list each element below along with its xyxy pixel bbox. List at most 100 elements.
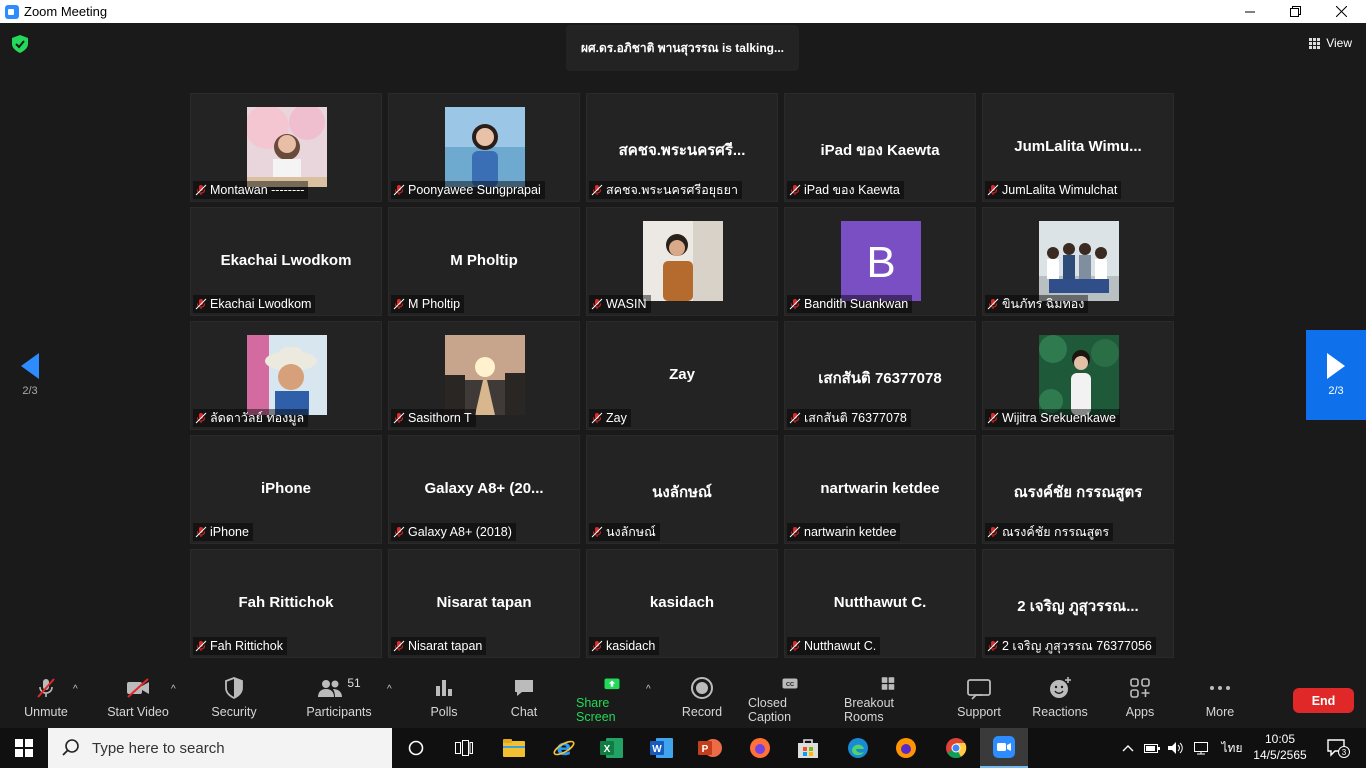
participant-tile[interactable]: สคชจ.พระนครศรี... สคชจ.พระนครศรีอยุธยา bbox=[586, 93, 778, 202]
minimize-button[interactable] bbox=[1227, 0, 1273, 23]
start-video-button[interactable]: Start Video bbox=[107, 676, 169, 724]
end-meeting-button[interactable]: End bbox=[1293, 688, 1354, 713]
muted-microphone-icon bbox=[195, 184, 207, 196]
task-view-button[interactable] bbox=[440, 728, 488, 768]
firefox-icon bbox=[896, 738, 916, 758]
participant-tile[interactable]: ณรงค์ชัย กรรณสูตร ณรงค์ชัย กรรณสูตร bbox=[982, 435, 1174, 544]
participant-tile[interactable]: M Pholtip M Pholtip bbox=[388, 207, 580, 316]
participant-tile[interactable]: Montawan -------- bbox=[190, 93, 382, 202]
participant-tile[interactable]: นงลักษณ์ นงลักษณ์ bbox=[586, 435, 778, 544]
start-button[interactable] bbox=[0, 728, 48, 768]
apps-button[interactable]: Apps bbox=[1122, 676, 1158, 724]
participant-video-thumbnail bbox=[1039, 221, 1119, 301]
firefox-button[interactable] bbox=[736, 728, 784, 768]
input-language-indicator[interactable]: ไทย bbox=[1218, 728, 1246, 768]
muted-microphone-icon bbox=[195, 298, 207, 310]
participant-video-thumbnail bbox=[445, 335, 525, 415]
cortana-circle-icon bbox=[408, 740, 424, 756]
reactions-icon bbox=[1050, 677, 1071, 698]
excel-button[interactable]: X bbox=[588, 728, 636, 768]
microsoft-store-button[interactable] bbox=[784, 728, 832, 768]
action-center-button[interactable]: 3 bbox=[1320, 728, 1356, 768]
volume-button[interactable] bbox=[1166, 728, 1186, 768]
battery-button[interactable] bbox=[1142, 728, 1162, 768]
unmute-button[interactable]: Unmute bbox=[22, 676, 70, 724]
muted-microphone-icon bbox=[987, 526, 999, 538]
participants-count: 51 bbox=[347, 676, 361, 690]
participant-display-name: M Pholtip bbox=[450, 252, 518, 269]
zoom-taskbar-button[interactable] bbox=[980, 728, 1028, 768]
taskbar-clock[interactable]: 10:05 14/5/2565 bbox=[1250, 731, 1310, 763]
video-options-caret-icon[interactable]: ^ bbox=[171, 684, 176, 695]
svg-text:B: B bbox=[866, 238, 895, 287]
restore-button[interactable] bbox=[1272, 0, 1318, 23]
polls-button[interactable]: Polls bbox=[424, 676, 464, 724]
muted-microphone-icon bbox=[987, 412, 999, 424]
word-button[interactable]: W bbox=[638, 728, 686, 768]
internet-explorer-button[interactable]: e bbox=[540, 728, 588, 768]
participant-tile[interactable]: Nutthawut C. Nutthawut C. bbox=[784, 549, 976, 658]
muted-microphone-icon bbox=[789, 640, 801, 652]
security-button[interactable]: Security bbox=[208, 676, 260, 724]
view-button[interactable]: View bbox=[1303, 32, 1358, 54]
chrome-button[interactable] bbox=[932, 728, 980, 768]
close-button[interactable] bbox=[1318, 0, 1364, 23]
share-screen-button[interactable]: Share Screen bbox=[576, 676, 648, 724]
edge-button[interactable] bbox=[834, 728, 882, 768]
participant-tile[interactable]: Poonyawee Sungprapai bbox=[388, 93, 580, 202]
previous-page-button[interactable]: 2/3 bbox=[0, 330, 60, 420]
support-button[interactable]: Support bbox=[955, 676, 1003, 724]
support-icon bbox=[967, 679, 991, 700]
participants-button[interactable]: 51 Participants bbox=[305, 676, 373, 724]
firefox-2-button[interactable] bbox=[882, 728, 930, 768]
participant-display-name: 2 เจริญ ภูสุวรรณ... bbox=[1017, 598, 1139, 615]
chat-button[interactable]: Chat bbox=[504, 676, 544, 724]
participant-tile[interactable]: JumLalita Wimu... JumLalita Wimulchat bbox=[982, 93, 1174, 202]
encryption-shield-icon[interactable] bbox=[12, 35, 28, 53]
closed-caption-button[interactable]: CC Closed Caption bbox=[748, 676, 832, 724]
more-button[interactable]: More bbox=[1200, 676, 1240, 724]
participant-name: Montawan -------- bbox=[210, 183, 305, 197]
participant-name: Zay bbox=[606, 411, 627, 425]
participant-tile[interactable]: 2 เจริญ ภูสุวรรณ... 2 เจริญ ภูสุวรรณ 7637… bbox=[982, 549, 1174, 658]
reactions-button[interactable]: Reactions bbox=[1032, 676, 1088, 724]
participant-tile[interactable]: เสกสันติ 76377078 เสกสันติ 76377078 bbox=[784, 321, 976, 430]
audio-options-caret-icon[interactable]: ^ bbox=[73, 684, 78, 695]
participant-name: iPhone bbox=[210, 525, 249, 539]
support-label: Support bbox=[957, 705, 1001, 719]
tray-overflow-button[interactable] bbox=[1120, 728, 1136, 768]
participant-tile[interactable]: WASIN bbox=[586, 207, 778, 316]
participant-tile[interactable]: ลัดดาวัลย์ ทองมูล bbox=[190, 321, 382, 430]
participant-tile[interactable]: ขินภัทร ฉิมทอง bbox=[982, 207, 1174, 316]
powerpoint-button[interactable]: P bbox=[686, 728, 734, 768]
participant-tile[interactable]: Nisarat tapan Nisarat tapan bbox=[388, 549, 580, 658]
share-options-caret-icon[interactable]: ^ bbox=[646, 684, 651, 695]
participant-tile[interactable]: Ekachai Lwodkom Ekachai Lwodkom bbox=[190, 207, 382, 316]
participant-tile[interactable]: iPhone iPhone bbox=[190, 435, 382, 544]
taskbar-search-box[interactable]: Type here to search bbox=[48, 728, 392, 768]
participant-tile[interactable]: B Bandith Suankwan bbox=[784, 207, 976, 316]
participant-tile[interactable]: Wijitra Srekuenkawe bbox=[982, 321, 1174, 430]
next-page-button[interactable]: 2/3 bbox=[1306, 330, 1366, 420]
participant-tile[interactable]: Sasithorn T bbox=[388, 321, 580, 430]
participant-video-thumbnail bbox=[445, 107, 525, 187]
muted-microphone-icon bbox=[393, 184, 405, 196]
participant-name-label: Nutthawut C. bbox=[787, 637, 881, 655]
participant-tile[interactable]: Fah Rittichok Fah Rittichok bbox=[190, 549, 382, 658]
participant-name-label: Zay bbox=[589, 409, 631, 427]
participant-tile[interactable]: Galaxy A8+ (20... Galaxy A8+ (2018) bbox=[388, 435, 580, 544]
participant-tile[interactable]: kasidach kasidach bbox=[586, 549, 778, 658]
participant-name: Nisarat tapan bbox=[408, 639, 483, 653]
participant-tile[interactable]: iPad ของ Kaewta iPad ของ Kaewta bbox=[784, 93, 976, 202]
file-explorer-button[interactable] bbox=[490, 728, 538, 768]
muted-microphone-icon bbox=[393, 640, 405, 652]
breakout-rooms-button[interactable]: Breakout Rooms bbox=[844, 676, 932, 724]
participants-options-caret-icon[interactable]: ^ bbox=[387, 684, 392, 695]
participant-tile[interactable]: Zay Zay bbox=[586, 321, 778, 430]
reactions-label: Reactions bbox=[1032, 705, 1088, 719]
record-button[interactable]: Record bbox=[680, 676, 724, 724]
participant-tile[interactable]: nartwarin ketdee nartwarin ketdee bbox=[784, 435, 976, 544]
cortana-button[interactable] bbox=[392, 728, 440, 768]
network-button[interactable] bbox=[1191, 728, 1211, 768]
more-dots-icon bbox=[1210, 686, 1230, 690]
